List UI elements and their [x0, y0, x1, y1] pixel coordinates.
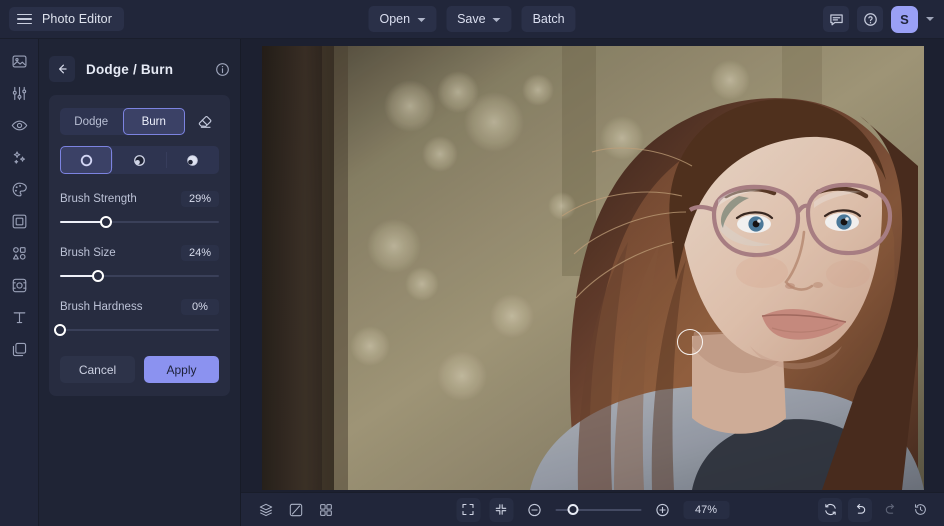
reset-rotate-icon[interactable] [818, 498, 842, 522]
burn-option[interactable]: Burn [123, 108, 186, 135]
header-right-group: S [823, 6, 934, 33]
grid-view-icon[interactable] [314, 498, 338, 522]
brush-hardness-track[interactable] [60, 324, 219, 336]
tone-highlights-icon[interactable] [60, 146, 112, 174]
redo-icon [878, 498, 902, 522]
brush-hardness-value: 0% [181, 299, 219, 315]
batch-button[interactable]: Batch [522, 6, 576, 32]
photo-canvas[interactable] [262, 46, 924, 490]
tool-rail [0, 39, 39, 526]
brush-size-track[interactable] [60, 270, 219, 282]
panel-header: Dodge / Burn [49, 50, 230, 88]
brush-hardness-label: Brush Hardness [60, 301, 142, 313]
zoom-controls: 47% [456, 498, 729, 522]
layers-stack-icon[interactable] [254, 498, 278, 522]
account-chevron-down-icon[interactable] [926, 17, 934, 21]
history-controls [818, 498, 932, 522]
brush-strength-track[interactable] [60, 216, 219, 228]
brush-strength-label: Brush Strength [60, 193, 137, 205]
info-icon[interactable] [215, 62, 230, 77]
dodge-burn-toggle: Dodge Burn [60, 108, 185, 135]
zoom-slider-handle[interactable] [567, 504, 578, 515]
undo-icon[interactable] [848, 498, 872, 522]
brush-hardness-header: Brush Hardness 0% [60, 299, 219, 315]
brush-strength-header: Brush Strength 29% [60, 191, 219, 207]
sidebar-item-color[interactable] [5, 179, 34, 200]
brush-strength-handle[interactable] [100, 216, 112, 228]
app-header: Photo Editor Open Save Batch [0, 0, 944, 39]
sidebar-item-frames[interactable] [5, 211, 34, 232]
avatar[interactable]: S [891, 6, 918, 33]
apply-button[interactable]: Apply [144, 356, 219, 383]
brush-size-slider: Brush Size 24% [60, 245, 219, 282]
sidebar-item-text[interactable] [5, 307, 34, 328]
sidebar-item-layers[interactable] [5, 339, 34, 360]
brush-strength-slider: Brush Strength 29% [60, 191, 219, 228]
tone-shadows-icon[interactable] [167, 146, 219, 174]
portrait-photo [262, 46, 924, 490]
tool-panel: Dodge / Burn Dodge Burn [39, 39, 241, 526]
dodge-option[interactable]: Dodge [60, 108, 123, 135]
compare-split-icon[interactable] [284, 498, 308, 522]
eraser-icon[interactable] [192, 108, 219, 135]
brush-size-value: 24% [181, 245, 219, 261]
zoom-out-icon[interactable] [522, 498, 546, 522]
avatar-initial: S [900, 12, 909, 27]
panel-actions: Cancel Apply [60, 356, 219, 383]
chevron-down-icon [417, 18, 425, 22]
open-label: Open [379, 12, 410, 26]
app-menu-button[interactable]: Photo Editor [9, 7, 124, 31]
zoom-in-icon[interactable] [650, 498, 674, 522]
header-actions: Open Save Batch [368, 6, 575, 32]
brush-strength-value: 29% [181, 191, 219, 207]
bottom-left-tools [254, 498, 338, 522]
hamburger-icon [17, 14, 32, 25]
brush-hardness-handle[interactable] [54, 324, 66, 336]
brush-size-header: Brush Size 24% [60, 245, 219, 261]
brush-size-handle[interactable] [92, 270, 104, 282]
photo-editor-app: Photo Editor Open Save Batch [0, 0, 944, 526]
canvas-area[interactable] [241, 39, 944, 492]
sidebar-item-effects[interactable] [5, 147, 34, 168]
canvas-bottom-bar: 47% [241, 492, 944, 526]
sidebar-item-image[interactable] [5, 51, 34, 72]
chevron-down-icon [493, 18, 501, 22]
sidebar-item-transform[interactable] [5, 275, 34, 296]
sidebar-item-adjust[interactable] [5, 83, 34, 104]
save-label: Save [457, 12, 486, 26]
app-title: Photo Editor [42, 12, 112, 26]
sidebar-item-elements[interactable] [5, 243, 34, 264]
zoom-level-value[interactable]: 47% [683, 501, 729, 519]
open-button[interactable]: Open [368, 6, 436, 32]
history-icon[interactable] [908, 498, 932, 522]
brush-hardness-slider: Brush Hardness 0% [60, 299, 219, 336]
brush-size-label: Brush Size [60, 247, 116, 259]
save-button[interactable]: Save [446, 6, 512, 32]
mode-toggle-row: Dodge Burn [60, 108, 219, 135]
fit-to-screen-icon[interactable] [489, 498, 513, 522]
tone-midtones-icon[interactable] [113, 146, 165, 174]
back-button[interactable] [49, 56, 75, 82]
slider-rail [60, 329, 219, 331]
feedback-icon[interactable] [823, 6, 849, 32]
batch-label: Batch [533, 12, 565, 26]
zoom-slider[interactable] [555, 504, 641, 516]
help-icon[interactable] [857, 6, 883, 32]
sidebar-item-retouch[interactable] [5, 115, 34, 136]
tone-mode-group [60, 146, 219, 174]
panel-title: Dodge / Burn [86, 62, 215, 77]
dodge-burn-tool-card: Dodge Burn [49, 95, 230, 396]
cancel-button[interactable]: Cancel [60, 356, 135, 383]
fullscreen-icon[interactable] [456, 498, 480, 522]
